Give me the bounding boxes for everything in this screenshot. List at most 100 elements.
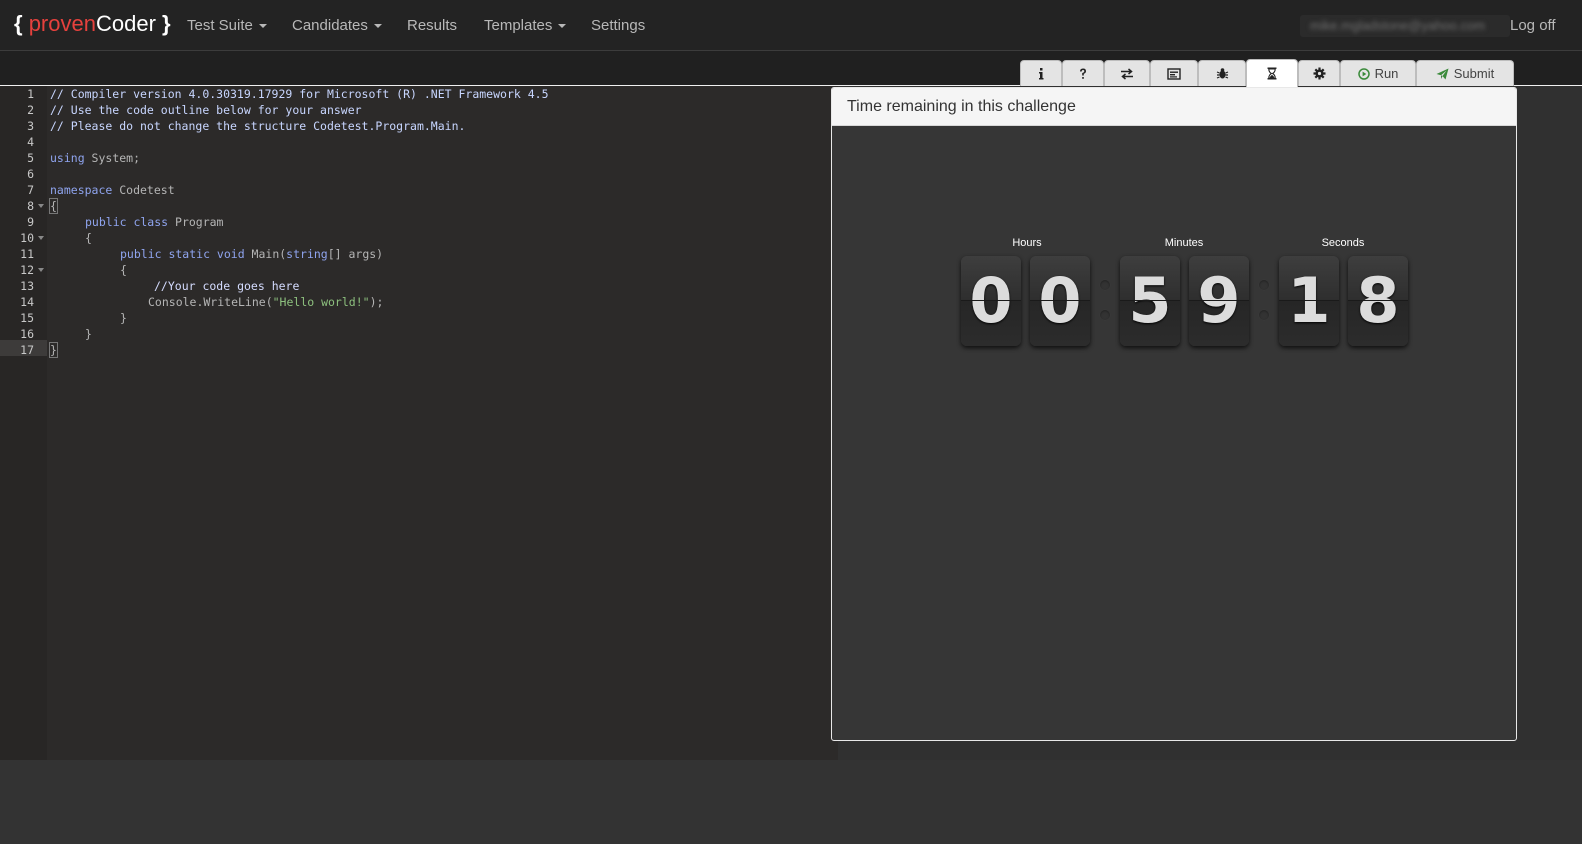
hourglass-icon <box>1267 67 1277 80</box>
digit-split <box>961 300 1021 301</box>
hours-label: Hours <box>1012 237 1042 249</box>
digit-value: 5 <box>1128 264 1172 337</box>
digit-split <box>1120 300 1180 301</box>
code-line-8: { <box>49 198 58 214</box>
fold-arrow-icon[interactable] <box>38 268 44 272</box>
submit-button[interactable]: Submit <box>1416 60 1514 86</box>
code-line-10: { <box>85 231 92 245</box>
editor-footer <box>0 760 1582 844</box>
line-gutter: 1 2 3 4 5 6 7 8 9 10 11 12 13 14 15 16 1… <box>0 86 47 760</box>
nav-settings-label: Settings <box>591 17 646 34</box>
submit-button-label: Submit <box>1453 66 1495 81</box>
line-number: 14 <box>20 295 34 309</box>
line-number: 8 <box>27 199 34 213</box>
separator-dot <box>1100 310 1110 320</box>
hours-digit-2: 0 <box>1030 256 1090 346</box>
line-number: 1 <box>27 87 34 101</box>
tab-console[interactable] <box>1150 60 1198 86</box>
code-line-17: } <box>49 342 58 358</box>
nav-templates[interactable]: Templates <box>484 17 567 34</box>
nav-candidates[interactable]: Candidates <box>292 17 382 34</box>
code-text: Main( <box>244 247 287 261</box>
tab-settings[interactable] <box>1298 60 1340 86</box>
code-line-15: } <box>120 311 127 325</box>
brand-close-brace: } <box>162 11 171 36</box>
user-account[interactable]: mike.mgladstone@yahoo.com <box>1300 15 1510 37</box>
run-button[interactable]: Run <box>1340 60 1416 86</box>
run-button-label: Run <box>1374 66 1399 81</box>
code-keyword: string <box>286 247 328 261</box>
hours-digit-1: 0 <box>961 256 1021 346</box>
digit-split <box>1189 300 1249 301</box>
nav-settings[interactable]: Settings <box>591 17 645 34</box>
brand-logo[interactable]: { provenCoder } <box>14 11 171 37</box>
code-line-5: using System; <box>50 150 140 166</box>
nav-results-label: Results <box>407 17 458 34</box>
tab-help[interactable] <box>1062 60 1104 86</box>
fold-arrow-icon[interactable] <box>38 236 44 240</box>
code-line-16: } <box>85 327 92 341</box>
digit-split <box>1348 300 1408 301</box>
code-line-11: public static void Main(string[] args) <box>120 246 383 262</box>
minutes-label: Minutes <box>1164 237 1204 249</box>
seconds-digit-2: 8 <box>1348 256 1408 346</box>
line-number: 16 <box>20 327 34 341</box>
code-text: System; <box>84 151 141 165</box>
gear-icon <box>1313 67 1325 80</box>
line-number: 3 <box>27 119 34 133</box>
tab-info[interactable] <box>1020 60 1062 86</box>
code-keyword: using <box>50 151 85 165</box>
line-number: 15 <box>20 311 34 325</box>
tab-timer[interactable] <box>1246 59 1298 87</box>
info-icon <box>1039 67 1044 79</box>
line-number: 12 <box>20 263 34 277</box>
send-icon <box>1436 68 1449 79</box>
seconds-label: Seconds <box>1321 237 1365 249</box>
line-number: 4 <box>27 135 34 149</box>
nav-candidates-label: Candidates <box>292 17 368 34</box>
tab-swap[interactable] <box>1104 60 1150 86</box>
user-email: mike.mgladstone@yahoo.com <box>1310 18 1486 33</box>
line-number: 2 <box>27 103 34 117</box>
nav-templates-label: Templates <box>484 17 553 34</box>
digit-value: 1 <box>1287 264 1331 337</box>
digit-value: 0 <box>1038 264 1082 337</box>
line-number: 7 <box>27 183 34 197</box>
code-line-3: // Please do not change the structure Co… <box>50 119 466 133</box>
digit-split <box>1279 300 1339 301</box>
line-number: 17 <box>20 343 34 357</box>
code-line-14: Console.WriteLine("Hello world!"); <box>148 294 383 310</box>
line-number: 11 <box>20 247 34 261</box>
code-keyword: public class <box>85 215 169 229</box>
chevron-down-icon <box>258 24 267 29</box>
question-icon <box>1080 68 1086 79</box>
code-editor[interactable]: 1 2 3 4 5 6 7 8 9 10 11 12 13 14 15 16 1… <box>0 86 838 760</box>
code-text: ); <box>369 295 384 309</box>
code-text: { <box>49 198 58 214</box>
code-text: [] args) <box>327 247 384 261</box>
code-line-2: // Use the code outline below for your a… <box>50 103 362 117</box>
code-line-12: { <box>120 263 127 277</box>
separator-dot <box>1100 280 1110 290</box>
code-line-7: namespace Codetest <box>50 182 175 198</box>
timer-panel-header: Time remaining in this challenge <box>832 88 1516 126</box>
line-number: 9 <box>27 215 34 229</box>
code-keyword: namespace <box>50 183 113 197</box>
line-number: 6 <box>27 167 34 181</box>
code-line-13: //Your code goes here <box>154 279 300 293</box>
code-line-9: public class Program <box>85 214 223 230</box>
logoff-link[interactable]: Log off <box>1510 17 1556 34</box>
digit-value: 8 <box>1356 264 1400 337</box>
code-text: } <box>49 342 58 358</box>
tab-debug[interactable] <box>1198 60 1246 86</box>
code-string: "Hello world!" <box>272 295 370 309</box>
digit-split <box>1030 300 1090 301</box>
line-number: 5 <box>27 151 34 165</box>
fold-arrow-icon[interactable] <box>38 204 44 208</box>
brand-proven: proven <box>28 11 96 36</box>
play-circle-icon <box>1357 67 1370 80</box>
timer-panel-title: Time remaining in this challenge <box>847 98 1076 115</box>
brand-coder: Coder <box>95 11 156 36</box>
nav-test-suite[interactable]: Test Suite <box>187 17 267 34</box>
nav-results[interactable]: Results <box>407 17 457 34</box>
